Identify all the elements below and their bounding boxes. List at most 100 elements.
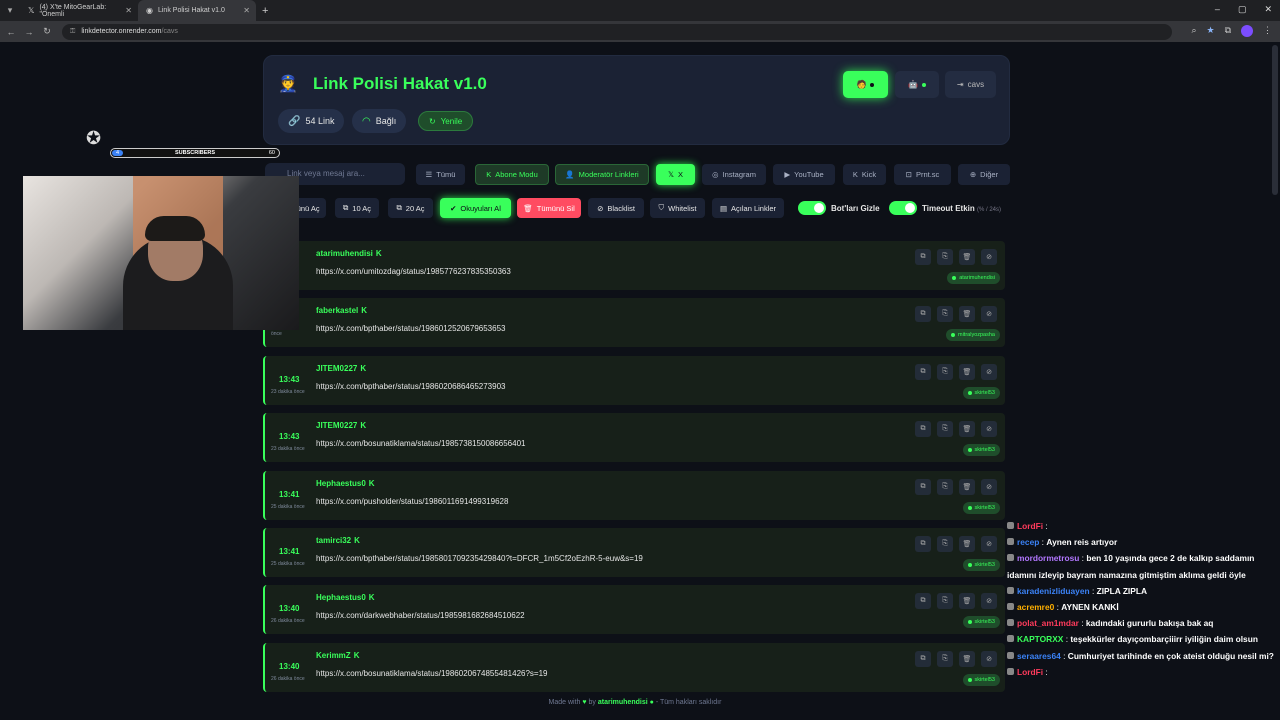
whitelist-button[interactable]: ⛉ Whitelist <box>650 198 705 218</box>
logout-button[interactable]: ⇥ cavs <box>945 71 996 98</box>
link-url[interactable]: https://x.com/umitozdag/status/198577623… <box>316 267 511 276</box>
link-row[interactable]: önce atarimuhendisiK https://x.com/umito… <box>263 241 1005 290</box>
copy-icon[interactable]: ⎘ <box>937 249 953 265</box>
zoom-icon[interactable]: ⌕ <box>1191 25 1196 37</box>
browser-tab-active[interactable]: ◉ Link Polisi Hakat v1.0 ✕ <box>138 0 256 21</box>
profile-avatar[interactable] <box>1241 25 1253 37</box>
link-url[interactable]: https://x.com/bosunatiklama/status/19860… <box>316 669 548 678</box>
copy-icon[interactable]: ⎘ <box>937 650 953 667</box>
link-url[interactable]: https://x.com/pusholder/status/198601169… <box>316 497 508 506</box>
copy-icon[interactable]: ⎘ <box>937 421 953 438</box>
ban-icon[interactable]: ⊘ <box>981 306 997 323</box>
hide-bots-toggle[interactable] <box>798 201 826 215</box>
ban-icon[interactable]: ⊘ <box>981 478 997 495</box>
forward-icon[interactable]: → <box>20 27 38 37</box>
link-url[interactable]: https://x.com/bosunatiklama/status/19857… <box>316 439 525 448</box>
moderator-badge: mitralyozpasha <box>946 329 1000 342</box>
ban-icon[interactable]: ⊘ <box>981 249 997 265</box>
url-field[interactable]: ⚿ linkdetector.onrender.com/cavs <box>62 23 1172 40</box>
link-row[interactable]: 13:43 23 dakika önce JITEM0227 K https://… <box>263 413 1005 463</box>
trash-icon[interactable]: 🗑 <box>959 249 975 265</box>
new-tab-icon[interactable]: + <box>262 5 268 17</box>
moderator-badge: skirtel53 <box>962 558 1000 571</box>
trash-icon[interactable]: 🗑 <box>959 478 975 495</box>
open-link-icon[interactable]: ⧉ <box>915 535 931 552</box>
filter-kick[interactable]: K Kick <box>843 164 886 185</box>
trash-icon[interactable]: 🗑 <box>959 421 975 438</box>
logout-icon: ⇥ <box>956 80 964 89</box>
timeout-toggle[interactable] <box>889 201 917 215</box>
link-row[interactable]: 13:41 25 dakika önce tamirci32 K https://… <box>263 527 1005 577</box>
link-row[interactable]: 13:41 25 dakika önce Hephaestus0 K https:… <box>263 470 1005 520</box>
filter-instagram[interactable]: ◎ Instagram <box>702 164 766 185</box>
mark-read-button[interactable]: ✔ Okuyuları Al <box>440 198 511 218</box>
filter-moderator-links[interactable]: 👤 Moderatör Linkleri <box>555 164 649 185</box>
open-link-icon[interactable]: ⧉ <box>915 478 931 495</box>
link-row[interactable]: 13:40 26 dakika önce KerimmZ K https://x.… <box>263 642 1005 692</box>
open-20-button[interactable]: ⧉ 20 Aç <box>388 198 433 218</box>
page-scrollbar[interactable] <box>1272 45 1278 195</box>
trash-icon[interactable]: 🗑 <box>959 650 975 667</box>
ban-icon[interactable]: ⊘ <box>981 650 997 667</box>
link-row[interactable]: 13:43 23 dakika önce JITEM0227 K https://… <box>263 355 1005 405</box>
trash-icon[interactable]: 🗑 <box>959 593 975 610</box>
filter-x[interactable]: 𝕏X <box>656 164 695 185</box>
close-icon[interactable]: ✕ <box>125 6 132 15</box>
blacklist-button[interactable]: ⊘ Blacklist <box>588 198 644 218</box>
trash-icon[interactable]: 🗑 <box>959 535 975 552</box>
star-icon[interactable]: ★ <box>1206 25 1214 37</box>
open-link-icon[interactable]: ⧉ <box>915 650 931 667</box>
copy-icon[interactable]: ⎘ <box>937 478 953 495</box>
refresh-button[interactable]: ↻ Yenile <box>418 111 474 131</box>
filter-subscriber-mode[interactable]: K Abone Modu <box>475 164 549 185</box>
ban-icon[interactable]: ⊘ <box>981 535 997 552</box>
site-info-icon[interactable]: ⚿ <box>70 28 75 36</box>
delete-all-button[interactable]: 🗑 Tümünü Sil <box>517 198 581 218</box>
link-row[interactable]: önce faberkastel K https://x.com/bpthaber… <box>263 298 1005 348</box>
menu-icon[interactable]: ⋮ <box>1263 25 1272 37</box>
trash-icon[interactable]: 🗑 <box>959 306 975 323</box>
link-time: 13:40 <box>279 604 300 614</box>
copy-icon[interactable]: ⎘ <box>937 363 953 380</box>
bot-status-button[interactable]: 🤖 <box>895 71 939 98</box>
open-link-icon[interactable]: ⧉ <box>915 421 931 438</box>
filter-prntsc[interactable]: ⊡ Prnt.sc <box>894 164 951 185</box>
open-link-icon[interactable]: ⧉ <box>915 593 931 610</box>
copy-icon[interactable]: ⎘ <box>937 306 953 323</box>
link-url[interactable]: https://x.com/bpthaber/status/1985801709… <box>316 554 643 563</box>
tab-list-icon[interactable]: ▾ <box>0 1 20 21</box>
open-link-icon[interactable]: ⧉ <box>915 363 931 380</box>
close-window-icon[interactable]: ✕ <box>1264 4 1272 15</box>
filter-all[interactable]: ☰ Tümü <box>416 164 465 185</box>
link-url[interactable]: https://x.com/bpthaber/status/1986012520… <box>316 324 505 333</box>
close-icon[interactable]: ✕ <box>243 6 250 15</box>
maximize-icon[interactable]: ▢ <box>1238 4 1247 15</box>
filter-other[interactable]: ⊕ Diğer <box>958 164 1010 185</box>
status-dot <box>967 620 972 625</box>
reload-icon[interactable]: ↻ <box>38 26 56 37</box>
ban-icon[interactable]: ⊘ <box>981 593 997 610</box>
filter-youtube[interactable]: ▶ YouTube <box>773 164 835 185</box>
avatar-status-button[interactable]: 🧑 <box>843 71 888 98</box>
open-link-icon[interactable]: ⧉ <box>915 306 931 323</box>
link-url[interactable]: https://x.com/bpthaber/status/1986020686… <box>316 382 505 391</box>
trash-icon[interactable]: 🗑 <box>959 363 975 380</box>
address-bar: ← → ↻ ⚿ linkdetector.onrender.com/cavs ⌕… <box>0 21 1280 42</box>
open-10-button[interactable]: ⧉ 10 Aç <box>335 198 379 218</box>
chat-username: karadenizliduayen <box>1017 585 1090 596</box>
chat-badge-icon <box>1007 603 1014 611</box>
extensions-icon[interactable]: ⧉ <box>1225 25 1231 37</box>
copy-icon[interactable]: ⎘ <box>937 593 953 610</box>
copy-icon[interactable]: ⎘ <box>937 535 953 552</box>
external-link-icon: ⧉ <box>342 203 349 212</box>
minimize-icon[interactable]: – <box>1215 4 1220 15</box>
ban-icon[interactable]: ⊘ <box>981 421 997 438</box>
back-icon[interactable]: ← <box>2 27 20 37</box>
link-url[interactable]: https://x.com/darkwebhaber/status/198598… <box>316 611 525 620</box>
open-link-icon[interactable]: ⧉ <box>915 249 931 265</box>
opened-links-button[interactable]: ▤ Açılan Linkler <box>712 198 784 218</box>
link-row[interactable]: 13:40 26 dakika önce Hephaestus0 K https:… <box>263 585 1005 635</box>
ban-icon[interactable]: ⊘ <box>981 363 997 380</box>
browser-tab-x[interactable]: 𝕏 (4) X'te MitoGearLab: "Önemli ✕ <box>20 0 138 21</box>
user-shield-icon: 👤 <box>565 170 575 179</box>
